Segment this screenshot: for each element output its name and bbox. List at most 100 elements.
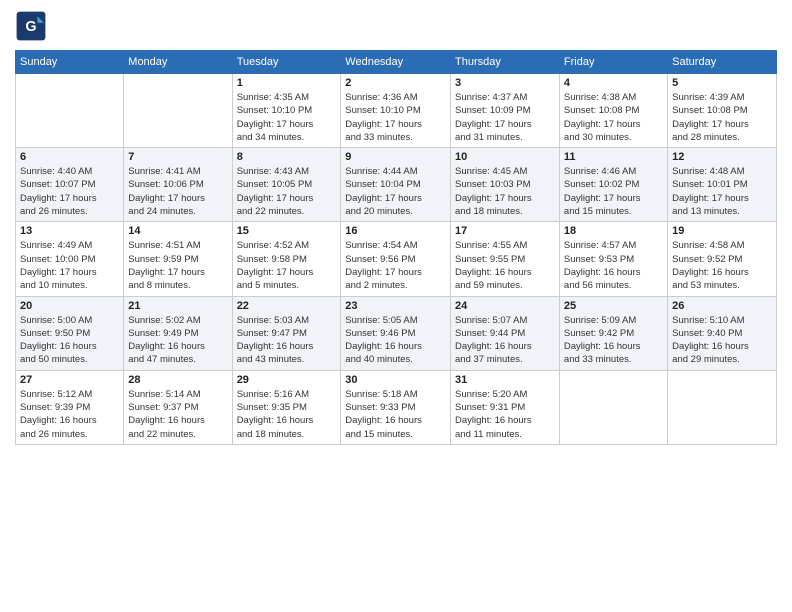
day-number: 24 xyxy=(455,300,555,312)
calendar-cell: 23Sunrise: 5:05 AM Sunset: 9:46 PM Dayli… xyxy=(341,296,451,370)
weekday-header-sunday: Sunday xyxy=(16,51,124,74)
day-number: 19 xyxy=(672,225,772,237)
week-row-2: 13 Sunrise: 4:49 AM Sunset: 10:00 PM Dayl… xyxy=(16,222,777,296)
day-info: Sunrise: 4:37 AM Sunset: 10:09 PM Daylig… xyxy=(455,91,555,144)
day-number: 12 xyxy=(672,151,772,163)
day-number: 2 xyxy=(345,77,446,89)
day-info: Sunrise: 4:43 AM Sunset: 10:05 PM Daylig… xyxy=(237,165,337,218)
day-number: 6 xyxy=(20,151,119,163)
day-number: 18 xyxy=(564,225,663,237)
day-info: Sunrise: 5:14 AM Sunset: 9:37 PM Dayligh… xyxy=(128,388,227,441)
calendar-cell: 10 Sunrise: 4:45 AM Sunset: 10:03 PM Dayl… xyxy=(451,148,560,222)
day-info: Sunrise: 5:07 AM Sunset: 9:44 PM Dayligh… xyxy=(455,314,555,367)
day-number: 16 xyxy=(345,225,446,237)
calendar-cell: 9Sunrise: 4:44 AM Sunset: 10:04 PM Dayli… xyxy=(341,148,451,222)
day-number: 1 xyxy=(237,77,337,89)
day-number: 30 xyxy=(345,374,446,386)
day-info: Sunrise: 5:20 AM Sunset: 9:31 PM Dayligh… xyxy=(455,388,555,441)
calendar-cell: 22 Sunrise: 5:03 AM Sunset: 9:47 PM Dayli… xyxy=(232,296,341,370)
calendar-cell: 29 Sunrise: 5:16 AM Sunset: 9:35 PM Dayli… xyxy=(232,370,341,444)
calendar-table: SundayMondayTuesdayWednesdayThursdayFrid… xyxy=(15,50,777,445)
day-info: Sunrise: 5:10 AM Sunset: 9:40 PM Dayligh… xyxy=(672,314,772,367)
day-number: 23 xyxy=(345,300,446,312)
week-row-4: 27 Sunrise: 5:12 AM Sunset: 9:39 PM Dayli… xyxy=(16,370,777,444)
header: G xyxy=(15,10,777,42)
logo: G xyxy=(15,10,51,42)
calendar-cell: 3 Sunrise: 4:37 AM Sunset: 10:09 PM Dayli… xyxy=(451,74,560,148)
day-info: Sunrise: 5:18 AM Sunset: 9:33 PM Dayligh… xyxy=(345,388,446,441)
day-info: Sunrise: 4:44 AM Sunset: 10:04 PM Daylig… xyxy=(345,165,446,218)
calendar-cell: 28 Sunrise: 5:14 AM Sunset: 9:37 PM Dayli… xyxy=(124,370,232,444)
weekday-header-thursday: Thursday xyxy=(451,51,560,74)
day-info: Sunrise: 4:49 AM Sunset: 10:00 PM Daylig… xyxy=(20,239,119,292)
day-number: 28 xyxy=(128,374,227,386)
day-info: Sunrise: 5:16 AM Sunset: 9:35 PM Dayligh… xyxy=(237,388,337,441)
day-info: Sunrise: 4:54 AM Sunset: 9:56 PM Dayligh… xyxy=(345,239,446,292)
day-info: Sunrise: 4:40 AM Sunset: 10:07 PM Daylig… xyxy=(20,165,119,218)
day-number: 26 xyxy=(672,300,772,312)
calendar-cell: 18 Sunrise: 4:57 AM Sunset: 9:53 PM Dayli… xyxy=(559,222,667,296)
day-number: 4 xyxy=(564,77,663,89)
day-info: Sunrise: 4:36 AM Sunset: 10:10 PM Daylig… xyxy=(345,91,446,144)
calendar-page: G SundayMondayTuesdayWednesdayThursdayFr… xyxy=(0,0,792,612)
day-number: 3 xyxy=(455,77,555,89)
day-number: 15 xyxy=(237,225,337,237)
calendar-cell: 1 Sunrise: 4:35 AM Sunset: 10:10 PM Dayli… xyxy=(232,74,341,148)
weekday-header-monday: Monday xyxy=(124,51,232,74)
calendar-cell: 16 Sunrise: 4:54 AM Sunset: 9:56 PM Dayli… xyxy=(341,222,451,296)
calendar-cell: 7Sunrise: 4:41 AM Sunset: 10:06 PM Dayli… xyxy=(124,148,232,222)
day-info: Sunrise: 5:03 AM Sunset: 9:47 PM Dayligh… xyxy=(237,314,337,367)
day-number: 10 xyxy=(455,151,555,163)
calendar-cell xyxy=(124,74,232,148)
day-info: Sunrise: 5:12 AM Sunset: 9:39 PM Dayligh… xyxy=(20,388,119,441)
day-info: Sunrise: 4:35 AM Sunset: 10:10 PM Daylig… xyxy=(237,91,337,144)
calendar-cell: 14 Sunrise: 4:51 AM Sunset: 9:59 PM Dayli… xyxy=(124,222,232,296)
calendar-cell: 11Sunrise: 4:46 AM Sunset: 10:02 PM Dayl… xyxy=(559,148,667,222)
calendar-cell: 12 Sunrise: 4:48 AM Sunset: 10:01 PM Dayl… xyxy=(668,148,777,222)
weekday-header-friday: Friday xyxy=(559,51,667,74)
day-info: Sunrise: 4:45 AM Sunset: 10:03 PM Daylig… xyxy=(455,165,555,218)
day-number: 29 xyxy=(237,374,337,386)
day-number: 25 xyxy=(564,300,663,312)
day-number: 20 xyxy=(20,300,119,312)
calendar-cell: 5 Sunrise: 4:39 AM Sunset: 10:08 PM Dayli… xyxy=(668,74,777,148)
calendar-cell xyxy=(668,370,777,444)
week-row-3: 20 Sunrise: 5:00 AM Sunset: 9:50 PM Dayli… xyxy=(16,296,777,370)
day-info: Sunrise: 4:57 AM Sunset: 9:53 PM Dayligh… xyxy=(564,239,663,292)
calendar-cell: 21Sunrise: 5:02 AM Sunset: 9:49 PM Dayli… xyxy=(124,296,232,370)
day-info: Sunrise: 4:39 AM Sunset: 10:08 PM Daylig… xyxy=(672,91,772,144)
day-number: 31 xyxy=(455,374,555,386)
calendar-cell: 17Sunrise: 4:55 AM Sunset: 9:55 PM Dayli… xyxy=(451,222,560,296)
week-row-0: 1 Sunrise: 4:35 AM Sunset: 10:10 PM Dayli… xyxy=(16,74,777,148)
weekday-header-saturday: Saturday xyxy=(668,51,777,74)
day-info: Sunrise: 5:09 AM Sunset: 9:42 PM Dayligh… xyxy=(564,314,663,367)
day-info: Sunrise: 4:51 AM Sunset: 9:59 PM Dayligh… xyxy=(128,239,227,292)
day-number: 7 xyxy=(128,151,227,163)
day-info: Sunrise: 4:58 AM Sunset: 9:52 PM Dayligh… xyxy=(672,239,772,292)
calendar-cell: 15Sunrise: 4:52 AM Sunset: 9:58 PM Dayli… xyxy=(232,222,341,296)
calendar-cell: 19 Sunrise: 4:58 AM Sunset: 9:52 PM Dayli… xyxy=(668,222,777,296)
day-number: 5 xyxy=(672,77,772,89)
week-row-1: 6 Sunrise: 4:40 AM Sunset: 10:07 PM Dayli… xyxy=(16,148,777,222)
calendar-cell: 31 Sunrise: 5:20 AM Sunset: 9:31 PM Dayli… xyxy=(451,370,560,444)
day-number: 11 xyxy=(564,151,663,163)
logo-icon: G xyxy=(15,10,47,42)
calendar-cell: 8 Sunrise: 4:43 AM Sunset: 10:05 PM Dayli… xyxy=(232,148,341,222)
calendar-cell: 24 Sunrise: 5:07 AM Sunset: 9:44 PM Dayli… xyxy=(451,296,560,370)
day-info: Sunrise: 4:48 AM Sunset: 10:01 PM Daylig… xyxy=(672,165,772,218)
day-number: 22 xyxy=(237,300,337,312)
day-number: 27 xyxy=(20,374,119,386)
calendar-cell: 2 Sunrise: 4:36 AM Sunset: 10:10 PM Dayli… xyxy=(341,74,451,148)
day-number: 8 xyxy=(237,151,337,163)
day-info: Sunrise: 4:38 AM Sunset: 10:08 PM Daylig… xyxy=(564,91,663,144)
day-number: 14 xyxy=(128,225,227,237)
weekday-header-row: SundayMondayTuesdayWednesdayThursdayFrid… xyxy=(16,51,777,74)
calendar-cell: 20 Sunrise: 5:00 AM Sunset: 9:50 PM Dayli… xyxy=(16,296,124,370)
day-info: Sunrise: 4:55 AM Sunset: 9:55 PM Dayligh… xyxy=(455,239,555,292)
weekday-header-tuesday: Tuesday xyxy=(232,51,341,74)
svg-text:G: G xyxy=(25,19,36,35)
day-number: 13 xyxy=(20,225,119,237)
day-info: Sunrise: 5:02 AM Sunset: 9:49 PM Dayligh… xyxy=(128,314,227,367)
weekday-header-wednesday: Wednesday xyxy=(341,51,451,74)
day-info: Sunrise: 5:00 AM Sunset: 9:50 PM Dayligh… xyxy=(20,314,119,367)
